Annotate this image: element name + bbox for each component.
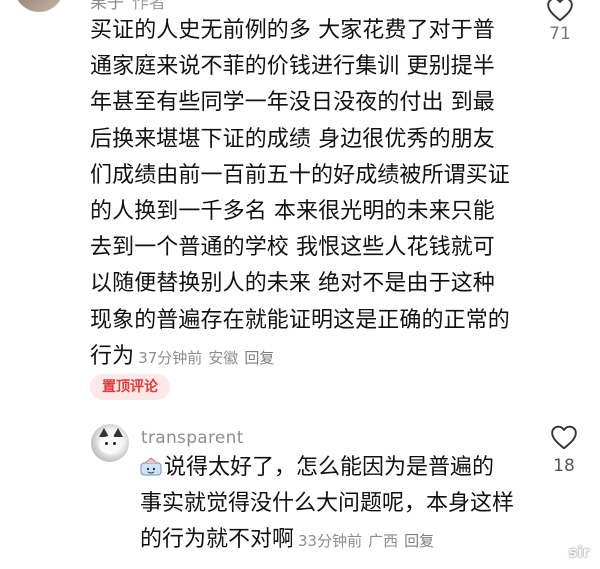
- heart-icon: [551, 425, 577, 450]
- sweat-emoji-icon: [140, 457, 162, 476]
- reply-last-line: 的行为就不对啊 33分钟前 广西 回复: [140, 522, 540, 558]
- comment-location: 安徽: [208, 348, 239, 367]
- avatar[interactable]: [14, 0, 64, 12]
- comment-line: 年甚至有些同学一年没日没夜的付出 到最: [90, 90, 495, 116]
- reply-time: 33分钟前: [298, 532, 363, 550]
- reply-button[interactable]: 回复: [404, 532, 434, 550]
- reply-first-line: 说得太好了，怎么能因为是普遍的: [140, 450, 540, 486]
- author-name[interactable]: 果子: [90, 0, 124, 13]
- reply-text: 说得太好了，怎么能因为是普遍的 事实就觉得没什么大问题呢，本身这样 的行为就不对…: [140, 450, 540, 558]
- comment-line: 后换来堪堪下证的成绩 身边很优秀的朋友: [90, 126, 495, 152]
- pinned-comment-badge: 置顶评论: [90, 374, 170, 400]
- comment-line: 的人换到一千多名 本来很光明的未来只能: [90, 198, 495, 224]
- comment-line: 行为: [90, 343, 135, 369]
- reply-line: 事实就觉得没什么大问题呢，本身这样: [140, 491, 515, 516]
- reply-button[interactable]: 回复: [244, 349, 274, 367]
- reply-like-count: 18: [553, 456, 575, 476]
- comment-time: 37分钟前: [138, 348, 203, 367]
- comment-line: 去到一个普通的学校 我恨这些人花钱就可: [90, 235, 495, 261]
- comment-meta: 37分钟前 安徽 回复: [138, 349, 280, 367]
- heart-icon: [547, 0, 573, 22]
- comment-thread: 果子 作者 71 买证的人史无前例的多 大家花费了对于普 通家庭来说不菲的价钱进行…: [0, 0, 600, 569]
- reply-meta: 33分钟前 广西 回复: [298, 532, 440, 550]
- comment-line: 买证的人史无前例的多 大家花费了对于普: [90, 18, 495, 43]
- watermark: sir: [568, 543, 590, 561]
- reply-author[interactable]: transparent: [141, 428, 244, 448]
- comment-line: 现象的普遍存在就能证明这是正确的正常的: [90, 307, 510, 333]
- author-tag: 作者: [132, 0, 166, 13]
- reply-avatar[interactable]: [91, 424, 129, 462]
- reply-line: 说得太好了，怎么能因为是普遍的: [164, 455, 495, 480]
- comment-line: 们成绩由前一百前五十的好成绩被所谓买证: [90, 162, 510, 188]
- comment-line: 通家庭来说不菲的价钱进行集训 更别提半: [90, 54, 495, 80]
- reply-like-button[interactable]: 18: [544, 424, 584, 476]
- like-count: 71: [549, 24, 571, 44]
- comment-last-line: 行为 37分钟前 安徽 回复: [90, 339, 530, 375]
- like-button[interactable]: 71: [540, 0, 580, 44]
- reply-location: 广西: [368, 532, 399, 550]
- reply-line: 的行为就不对啊: [140, 527, 295, 552]
- comment-author[interactable]: 果子 作者: [90, 0, 166, 13]
- comment-line: 以随便替换别人的未来 绝对不是由于这种: [90, 271, 495, 297]
- comment-text: 买证的人史无前例的多 大家花费了对于普 通家庭来说不菲的价钱进行集训 更别提半 …: [90, 13, 530, 375]
